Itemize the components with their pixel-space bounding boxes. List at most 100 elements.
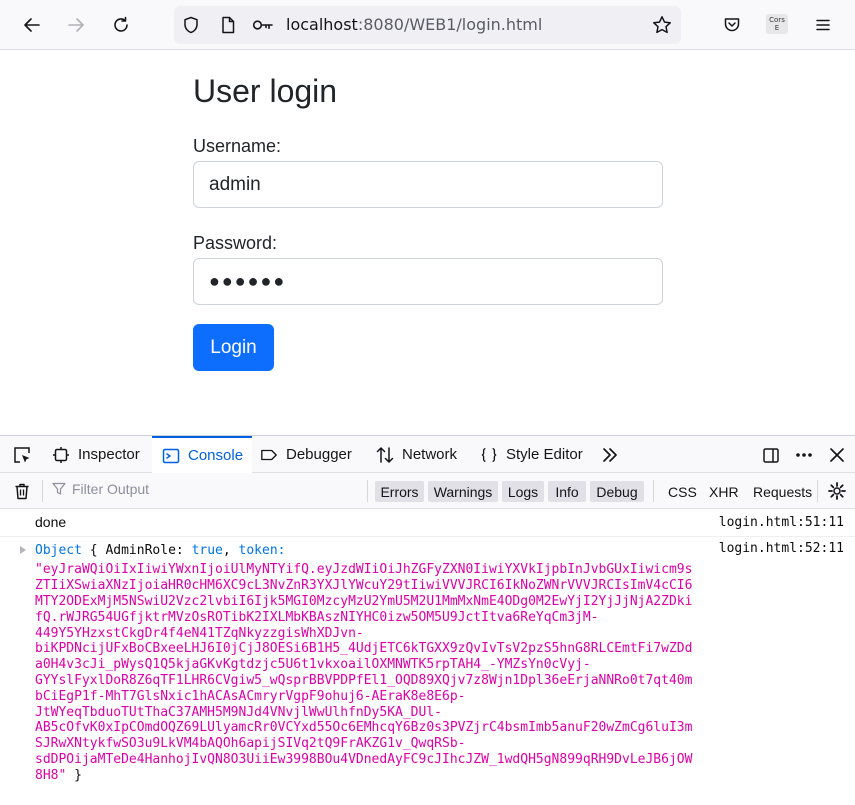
arrow-left-icon: [24, 18, 40, 32]
devtools-tabbar: Inspector Console Debugger Network Style…: [0, 436, 855, 473]
page-title: User login: [193, 73, 338, 109]
console-filter-bar: Filter Output Errors Warnings Logs Info …: [0, 473, 855, 509]
tab-network-label: Network: [402, 446, 458, 463]
token-line: GYYslFyxlDoR8Z6qTF1LHR6CVgiw5_wQsprBBVPD…: [35, 673, 693, 688]
url-bar[interactable]: localhost:8080/WEB1/login.html: [174, 6, 681, 44]
menu-button[interactable]: [807, 9, 839, 41]
username-label: Username:: [193, 136, 282, 156]
page-icon[interactable]: [219, 16, 237, 34]
tab-network[interactable]: Network: [376, 436, 457, 473]
close-devtools-button[interactable]: [827, 445, 847, 465]
comma: ,: [222, 543, 231, 558]
tab-debugger-label: Debugger: [286, 446, 352, 463]
password-label: Password:: [193, 233, 278, 253]
filter-icon: [52, 482, 66, 495]
page-content: User login Username: admin Password: ●●●…: [0, 51, 855, 435]
divider: [42, 480, 43, 502]
object-close-brace: }: [74, 768, 82, 783]
value-adminrole: true: [191, 543, 223, 558]
tab-style-editor-label: Style Editor: [506, 446, 583, 463]
reload-button[interactable]: [105, 9, 137, 41]
dock-side-button[interactable]: [761, 445, 781, 465]
shield-icon[interactable]: [182, 16, 200, 34]
tab-inspector-label: Inspector: [78, 446, 140, 463]
key-adminrole: AdminRole:: [105, 543, 184, 558]
browser-toolbar: localhost:8080/WEB1/login.html Cors E: [0, 0, 855, 50]
style-editor-icon: [481, 447, 497, 462]
object-open-brace: {: [89, 543, 98, 558]
filter-placeholder: Filter Output: [72, 481, 150, 497]
devtools-panel: Inspector Console Debugger Network Style…: [0, 435, 855, 805]
object-preview[interactable]: Object { AdminRole: true, token:: [35, 541, 286, 560]
tab-style-editor[interactable]: Style Editor: [480, 436, 583, 473]
password-input[interactable]: ●●●●●●: [193, 258, 663, 305]
filter-output-input[interactable]: Filter Output: [52, 481, 149, 497]
expand-triangle-icon[interactable]: [20, 546, 26, 554]
token-line: AB5cOfvK0xIpCOmdOQZ69LUlyamcRr0VCYxd55Oc…: [35, 720, 693, 735]
element-picker-button[interactable]: [12, 445, 32, 465]
token-line: "eyJraWQiOiIxIiwiYWxnIjoiUlMyNTYifQ.eyJz…: [35, 562, 693, 577]
divider: [817, 480, 818, 502]
console-icon: [162, 448, 180, 463]
tab-debugger[interactable]: Debugger: [260, 436, 352, 473]
filter-warnings-button[interactable]: Warnings: [428, 481, 498, 502]
log-message: done: [35, 514, 67, 530]
token-line: 449Y5YHzxstCkgDr4f4eN41TZqNkyzzgisWhXDJv…: [35, 626, 364, 641]
ellipsis-icon: [796, 453, 812, 457]
log-source-file: login.html: [718, 515, 798, 530]
password-value: ●●●●●●: [209, 271, 287, 291]
key-token: token:: [238, 543, 286, 558]
token-line: sdDPOijaMTeDe4HanhojIvQN8O3UiiEw3998BOu4…: [35, 752, 693, 767]
dock-icon: [763, 448, 779, 463]
cors-badge-line2: E: [774, 24, 780, 32]
clear-console-button[interactable]: [12, 481, 32, 501]
log-source-link[interactable]: login.html:51:11: [719, 515, 844, 530]
arrow-right-icon: [68, 18, 84, 32]
bookmark-star-icon[interactable]: [652, 15, 672, 35]
back-button[interactable]: [16, 9, 48, 41]
filter-requests-button[interactable]: Requests: [753, 481, 812, 502]
log-source-line: :52:11: [797, 541, 844, 556]
login-button[interactable]: Login: [193, 324, 274, 371]
filter-debug-button[interactable]: Debug: [590, 481, 644, 502]
token-line: a0H4v3cJi_pWysQ1Q5kjaGKvKgtdzjc5U6t1vkxo…: [35, 657, 591, 672]
username-value: admin: [209, 174, 261, 195]
log-source-link[interactable]: login.html:52:11: [719, 541, 844, 556]
divider: [653, 480, 654, 502]
token-line: ZTIiXSwiaXNzIjoiaHR0cHM6XC9cL3NvZnR3YXJl…: [35, 578, 693, 593]
log-source-file: login.html: [718, 541, 798, 556]
tab-inspector[interactable]: Inspector: [52, 436, 140, 473]
filter-css-button[interactable]: CSS: [668, 481, 697, 502]
token-line: MTY2ODExMjM5NSwiU2Vzc2lvbiI6Ijk5MGI0Mzcy…: [35, 594, 693, 609]
tab-console[interactable]: Console: [152, 436, 252, 473]
key-icon[interactable]: [252, 16, 274, 34]
close-icon: [830, 448, 844, 462]
filter-xhr-button[interactable]: XHR: [709, 481, 739, 502]
double-chevron-right-icon: [603, 448, 617, 462]
token-line: fQ.rWJRG54UGfjktrMVzOsROTibK2IXLMbKBAszN…: [35, 610, 599, 625]
cors-badge-line1: Cors: [769, 16, 785, 24]
element-picker-icon: [14, 447, 30, 463]
pocket-icon: [724, 18, 740, 32]
console-settings-button[interactable]: [827, 481, 847, 501]
cors-extension-icon[interactable]: Cors E: [766, 14, 788, 34]
filter-errors-button[interactable]: Errors: [375, 481, 424, 502]
log-source-line: :51:11: [797, 515, 844, 530]
inspector-icon: [53, 446, 69, 463]
debugger-icon: [261, 449, 277, 460]
tab-console-label: Console: [188, 447, 244, 464]
token-line: SJRwXNtykfwSO3u9LkVM4bAQOh6apijSIVq2tQ9F…: [35, 736, 466, 751]
reload-icon: [114, 16, 128, 32]
filter-info-button[interactable]: Info: [548, 481, 586, 502]
gear-icon: [828, 482, 846, 500]
network-icon: [376, 446, 394, 463]
trash-icon: [15, 483, 29, 500]
forward-button[interactable]: [60, 9, 92, 41]
divider: [367, 480, 368, 502]
log-row-object: Object { AdminRole: true, token: login.h…: [0, 541, 855, 805]
filter-logs-button[interactable]: Logs: [502, 481, 544, 502]
pocket-button[interactable]: [716, 9, 748, 41]
username-input[interactable]: admin: [193, 161, 663, 208]
devtools-options-button[interactable]: [794, 445, 814, 465]
more-tabs-button[interactable]: [600, 445, 620, 465]
